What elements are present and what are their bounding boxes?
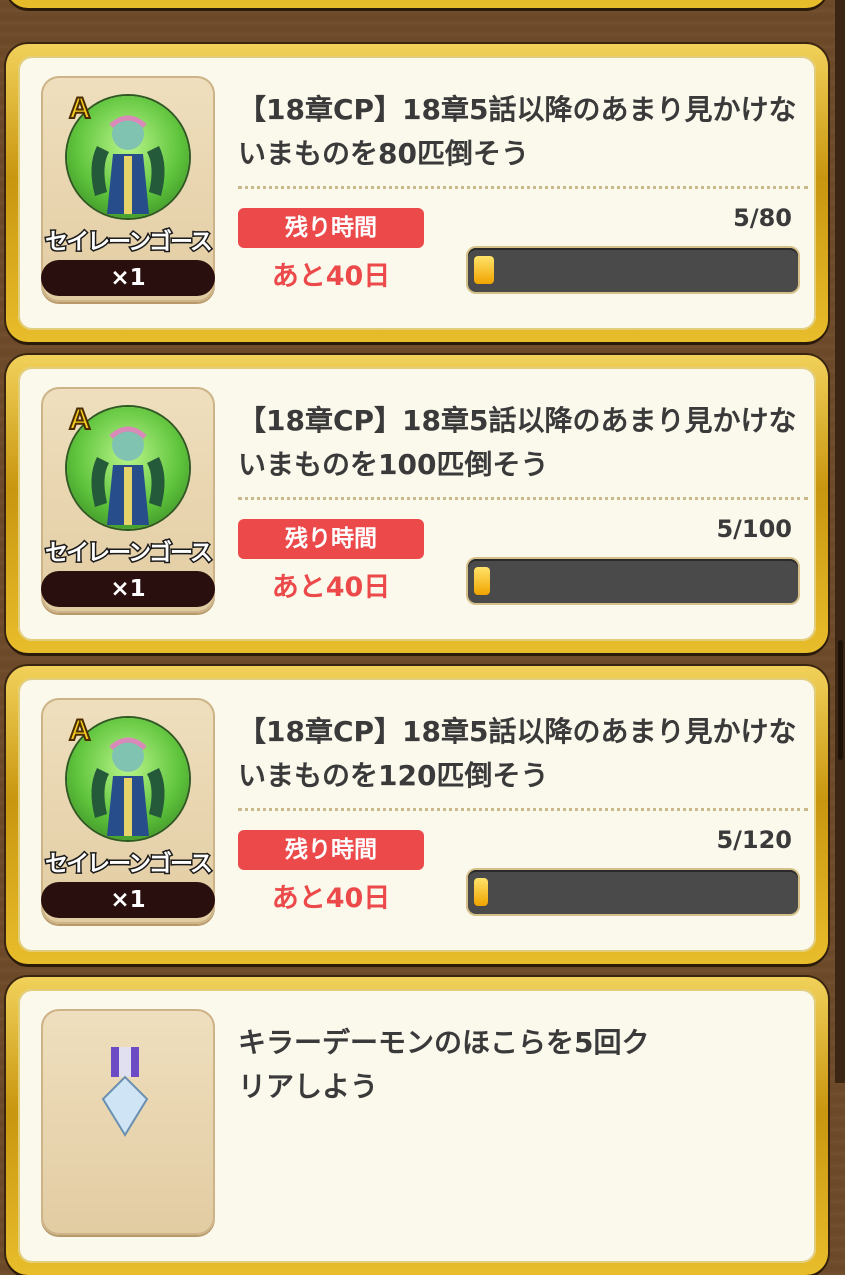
time-remaining-value: あと40日 [271, 261, 391, 292]
divider [238, 186, 808, 189]
progress-count: 5/120 [716, 826, 792, 854]
quest-card-partial-top [6, 0, 828, 8]
rank-badge: A [68, 91, 92, 126]
quest-title: 【18章CP】18章5話以降のあまり見かけないまものを120匹倒そう [238, 715, 797, 792]
rank-badge: A [68, 713, 92, 748]
reward-quantity: ×1 [41, 882, 215, 918]
scrollbar[interactable] [838, 640, 843, 760]
time-remaining-badge: 残り時間 [238, 830, 424, 870]
time-remaining-value: あと40日 [271, 883, 391, 914]
time-remaining-badge: 残り時間 [238, 208, 424, 248]
reward-quantity: ×1 [41, 260, 215, 296]
time-remaining-value: あと40日 [271, 572, 391, 603]
quest-title: 【18章CP】18章5話以降のあまり見かけないまものを80匹倒そう [238, 93, 797, 170]
progress-bar [468, 870, 798, 914]
card-inner: A セイレーンゴースト ×1 【18章CP】18章5話以降のあまり見かけないまも… [18, 678, 816, 952]
quest-card[interactable]: A セイレーンゴースト ×1 【18章CP】18章5話以降のあまり見かけないまも… [6, 666, 828, 964]
reward-thumbnail[interactable] [41, 1009, 215, 1235]
card-inner: キラーデーモンのほこらを5回クリアしよう [18, 989, 816, 1263]
reward-thumbnail[interactable]: A セイレーンゴースト ×1 [41, 387, 215, 613]
progress-bar-fill [474, 256, 494, 284]
reward-thumbnail[interactable]: A セイレーンゴースト ×1 [41, 698, 215, 924]
card-inner: A セイレーンゴースト ×1 【18章CP】18章5話以降のあまり見かけないまも… [18, 367, 816, 641]
progress-count: 5/100 [716, 515, 792, 543]
progress-bar-fill [474, 878, 488, 906]
progress-bar [468, 559, 798, 603]
rank-badge: A [68, 402, 92, 437]
progress-count: 5/80 [733, 204, 792, 232]
quest-title: キラーデーモンのほこらを5回クリアしよう [238, 1026, 650, 1103]
divider [238, 497, 808, 500]
reward-quantity: ×1 [41, 571, 215, 607]
quest-card[interactable]: A セイレーンゴースト ×1 【18章CP】18章5話以降のあまり見かけないまも… [6, 44, 828, 342]
wood-edge [835, 0, 845, 1083]
medal-icon [101, 1047, 149, 1137]
progress-bar-fill [474, 567, 490, 595]
quest-card[interactable]: A セイレーンゴースト ×1 【18章CP】18章5話以降のあまり見かけないまも… [6, 355, 828, 653]
progress-bar [468, 248, 798, 292]
quest-card[interactable]: キラーデーモンのほこらを5回クリアしよう [6, 977, 828, 1275]
divider [238, 808, 808, 811]
time-remaining-badge: 残り時間 [238, 519, 424, 559]
quest-title: 【18章CP】18章5話以降のあまり見かけないまものを100匹倒そう [238, 404, 797, 481]
card-inner: A セイレーンゴースト ×1 【18章CP】18章5話以降のあまり見かけないまも… [18, 56, 816, 330]
reward-thumbnail[interactable]: A セイレーンゴースト ×1 [41, 76, 215, 302]
